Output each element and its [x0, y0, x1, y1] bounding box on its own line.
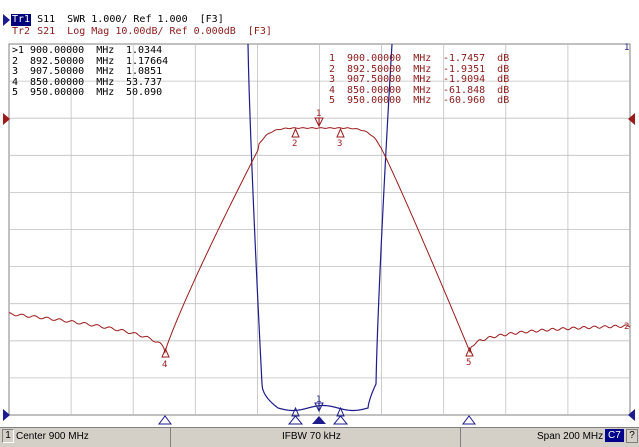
marker-no: 1 [329, 53, 336, 64]
tr2-marker-2-label: 2 [292, 139, 297, 149]
tr2-marker-4-label: 4 [162, 360, 167, 370]
marker-no: 5 [329, 95, 336, 106]
trace2-header[interactable]: Tr2 S21 Log Mag 10.00dB/ Ref 0.000dB [F3… [11, 26, 272, 38]
tr2-marker-1[interactable]: 1 [314, 109, 324, 128]
marker-freq: 900.00000 MHz [30, 45, 115, 56]
tr1-marker-1[interactable]: 1 [314, 395, 324, 413]
channel-indicator[interactable]: 1 [2, 429, 14, 443]
marker-value: -1.9094 dB [443, 74, 510, 85]
marker-row[interactable]: 5 950.00000 MHz 50.090 [12, 87, 168, 99]
active-marker-pointer[interactable] [312, 416, 326, 424]
marker-value: -60.960 dB [443, 95, 510, 106]
center-frequency[interactable]: Center 900 MHz [16, 431, 89, 442]
marker-value: 1.0851 [126, 66, 163, 77]
trace1-header[interactable]: Tr1 S11 SWR 1.000/ Ref 1.000 [F3] [11, 14, 224, 26]
marker-pointer-3[interactable] [332, 415, 349, 425]
graticule [8, 43, 631, 416]
marker-no: >1 [12, 45, 25, 56]
marker-row[interactable]: 3 907.50000 MHz -1.9094 dB [329, 74, 510, 86]
marker-value: 1.0344 [126, 45, 163, 56]
status-divider [170, 428, 171, 447]
tr2-marker-2[interactable]: 2 [291, 127, 300, 149]
trace2-settings: S21 Log Mag 10.00dB/ Ref 0.000dB [F3] [31, 26, 272, 37]
marker-row[interactable]: 1 900.00000 MHz -1.7457 dB [329, 53, 510, 65]
trace2-tag[interactable]: Tr2 [11, 26, 31, 38]
if-bandwidth[interactable]: IFBW 70 kHz [282, 431, 341, 442]
marker-value: 50.090 [126, 87, 163, 98]
tr2-marker-3-label: 3 [337, 139, 342, 149]
marker-freq: 950.00000 MHz [347, 95, 432, 106]
tr2-marker-4[interactable]: 4 [161, 347, 170, 370]
marker-freq: 900.00000 MHz [347, 53, 432, 64]
analyzer-screen: 1 2 1 2 3 4 5 1 Tr1 S11 SWR 1.000/ Ref 1… [0, 0, 639, 447]
marker-no: 3 [329, 74, 336, 85]
tr1-marker-1-label: 1 [316, 395, 321, 405]
status-bar: 1 Center 900 MHz IFBW 70 kHz Span 200 MH… [0, 427, 639, 447]
tr2-marker-1-label: 1 [316, 109, 321, 119]
tr1-marker-5[interactable] [462, 415, 476, 425]
trace1-tag[interactable]: Tr1 [11, 14, 32, 26]
marker-freq: 907.50000 MHz [30, 66, 115, 77]
tr1-marker-4[interactable] [158, 415, 172, 425]
top-left-arrow[interactable] [3, 14, 10, 26]
trace1-settings: S11 SWR 1.000/ Ref 1.000 [F3] [31, 14, 224, 25]
marker-row[interactable]: >1 900.00000 MHz 1.0344 [12, 45, 168, 57]
marker-no: 5 [12, 87, 19, 98]
help-indicator[interactable]: ? [626, 429, 638, 443]
marker-freq: 950.00000 MHz [30, 87, 115, 98]
marker-pointer-2[interactable] [287, 415, 304, 425]
span-frequency[interactable]: Span 200 MHz [537, 431, 603, 442]
marker-no: 3 [12, 66, 19, 77]
ref-label-tr2: 2 [624, 322, 629, 332]
ref-arrow-right-tr2[interactable] [628, 113, 635, 125]
tr1-marker-table: >1 900.00000 MHz 1.0344 2 892.50000 MHz 1.176… [12, 45, 168, 99]
calibration-indicator[interactable]: C7 [605, 429, 624, 442]
marker-row[interactable]: 3 907.50000 MHz 1.0851 [12, 66, 168, 78]
tr2-marker-5-label: 5 [466, 358, 471, 368]
marker-value: -1.7457 dB [443, 53, 510, 64]
status-divider [460, 428, 461, 447]
marker-row[interactable]: 5 950.00000 MHz -60.960 dB [329, 95, 510, 107]
ref-label-tr1: 1 [624, 43, 629, 53]
tr2-marker-table: 1 900.00000 MHz -1.7457 dB 2 892.50000 MHz -1… [329, 53, 510, 107]
tr2-marker-3[interactable]: 3 [336, 127, 345, 149]
ref-arrow-right-tr1[interactable] [628, 409, 635, 421]
marker-freq: 907.50000 MHz [347, 74, 432, 85]
